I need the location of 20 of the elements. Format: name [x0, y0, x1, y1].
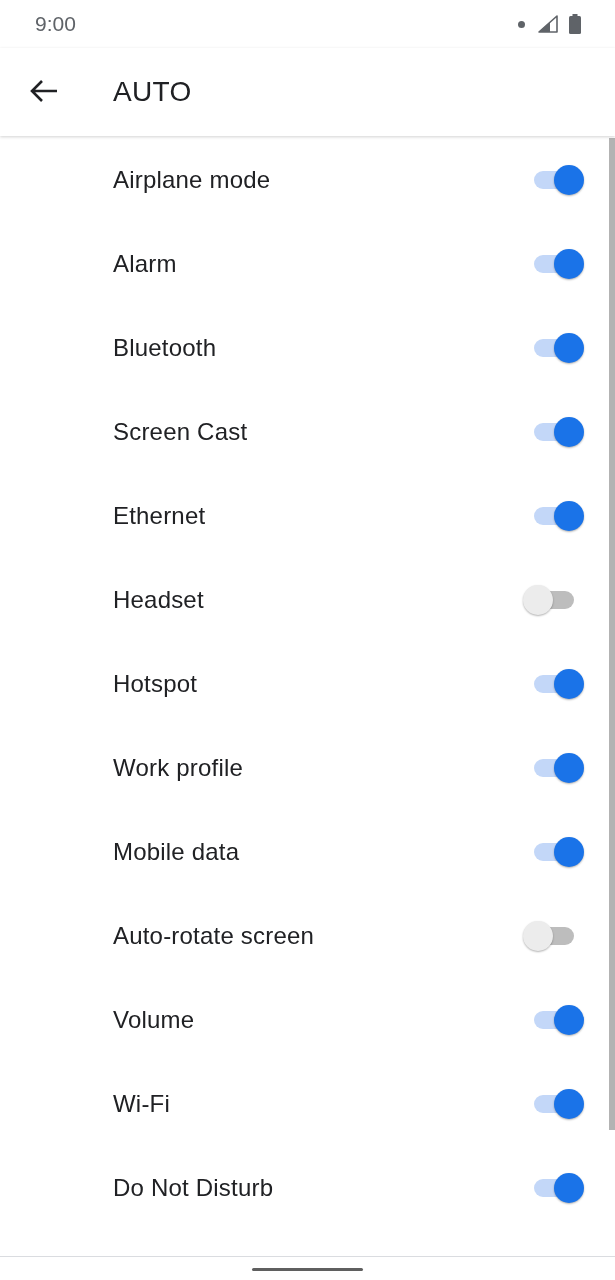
page-title: AUTO: [113, 76, 192, 108]
setting-label: Screen Cast: [113, 418, 248, 446]
setting-label: Mobile data: [113, 838, 240, 866]
setting-label: Work profile: [113, 754, 243, 782]
setting-label: Ethernet: [113, 502, 206, 530]
setting-label: Auto-rotate screen: [113, 922, 315, 950]
setting-label: Headset: [113, 586, 204, 614]
setting-label: Hotspot: [113, 670, 198, 698]
status-time: 9:00: [35, 12, 76, 36]
home-handle[interactable]: [252, 1267, 363, 1271]
setting-label: Wi-Fi: [113, 1090, 170, 1118]
setting-label: Alarm: [113, 250, 177, 278]
notification-dot-icon: [518, 20, 525, 28]
setting-label: Volume: [113, 1006, 195, 1034]
setting-label: Airplane mode: [113, 166, 271, 194]
back-arrow-icon[interactable]: [30, 79, 58, 103]
setting-label: Do Not Disturb: [113, 1174, 274, 1202]
battery-icon: [569, 14, 581, 34]
setting-label: Bluetooth: [113, 334, 217, 362]
signal-icon: [538, 15, 558, 33]
